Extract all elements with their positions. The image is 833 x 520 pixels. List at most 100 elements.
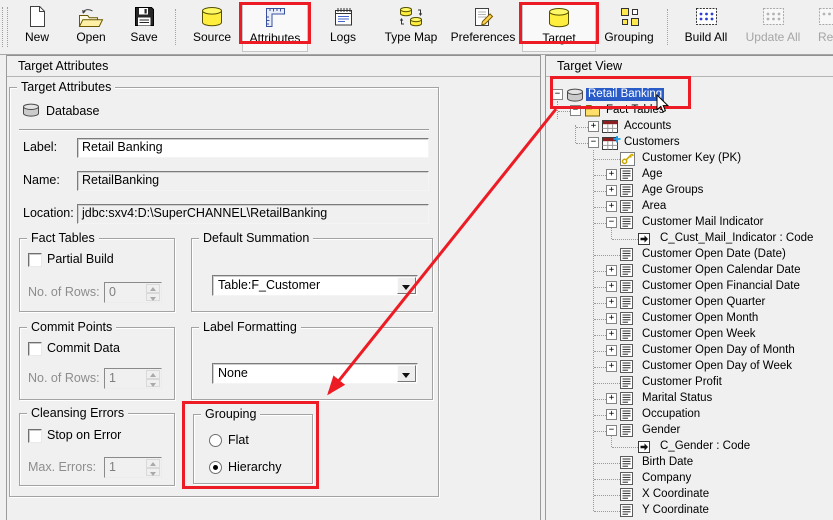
tree-item-customer-key-pk: Customer Key (PK) <box>0 151 833 167</box>
tree-item-label[interactable]: Retail Banking <box>586 88 664 101</box>
tree-item-customer-open-day-of-month: + Customer Open Day of Month <box>0 343 833 359</box>
tree-item-company: Company <box>0 471 833 487</box>
tree-item-label[interactable]: Customer Mail Indicator <box>640 216 765 229</box>
tree-item-retail-banking: − Retail Banking <box>0 87 833 103</box>
expand-toggle[interactable]: + <box>606 281 617 292</box>
tree-connector-stub <box>594 191 606 192</box>
tree-item-label[interactable]: C_Cust_Mail_Indicator : Code <box>658 232 815 245</box>
tree-item-label[interactable]: X Coordinate <box>640 488 711 501</box>
tree-connector-stub <box>594 207 606 208</box>
tree-item-area: + Area <box>0 199 833 215</box>
attributes-ruler-icon <box>265 4 286 31</box>
tree-item-label[interactable]: Customer Open Calendar Date <box>640 264 803 277</box>
tree-item-customer-open-financial-date: + Customer Open Financial Date <box>0 279 833 295</box>
tree-connector-stub <box>594 351 606 352</box>
tree-connector-stub <box>594 383 620 384</box>
expand-toggle[interactable]: + <box>606 297 617 308</box>
new-document-icon <box>27 3 47 30</box>
expand-toggle[interactable]: + <box>606 361 617 372</box>
type-map-icon <box>399 3 423 30</box>
tree-item-label[interactable]: Fact Tables <box>604 104 667 117</box>
expand-toggle[interactable]: + <box>606 409 617 420</box>
toolbar-button-open[interactable]: Open <box>64 3 118 52</box>
tree-item-label[interactable]: Customer Open Financial Date <box>640 280 802 293</box>
tree-connector-stub <box>594 223 606 224</box>
expand-toggle[interactable]: + <box>606 201 617 212</box>
build-all-icon <box>695 3 718 30</box>
toolbar-button-label: Save <box>130 30 157 45</box>
tree-item-c-gender-code: C_Gender : Code <box>0 439 833 455</box>
tree-item-occupation: + Occupation <box>0 407 833 423</box>
toolbar-button-preferences[interactable]: Preferences <box>444 3 522 52</box>
tree-connector-stub <box>594 367 606 368</box>
tree-item-label[interactable]: Customer Profit <box>640 376 724 389</box>
collapse-toggle[interactable]: − <box>606 217 617 228</box>
tree-item-label[interactable]: Company <box>640 472 693 485</box>
tree-item-label[interactable]: Customer Open Quarter <box>640 296 767 309</box>
tree-item-customer-open-day-of-week: + Customer Open Day of Week <box>0 359 833 375</box>
source-database-icon <box>200 3 224 30</box>
tree-connector-stub <box>594 399 606 400</box>
tree-connector-stub <box>612 239 638 240</box>
tree-item-label[interactable]: Customer Key (PK) <box>640 152 743 165</box>
tree-item-label[interactable]: Customer Open Day of Week <box>640 360 794 373</box>
toolbar-button-build-all[interactable]: Build All <box>674 3 738 52</box>
tree-item-customer-open-calendar-date: + Customer Open Calendar Date <box>0 263 833 279</box>
collapse-toggle[interactable]: − <box>588 137 599 148</box>
tree-item-label[interactable]: Customers <box>622 136 682 149</box>
toolbar-button-label: Grouping <box>604 30 653 45</box>
toolbar-button-target[interactable]: Target <box>522 3 596 52</box>
update-all-icon <box>762 3 785 30</box>
expand-toggle[interactable]: + <box>606 169 617 180</box>
collapse-toggle[interactable]: − <box>552 89 563 100</box>
tree-item-label[interactable]: Occupation <box>640 408 702 421</box>
logs-notebook-icon <box>333 3 354 30</box>
toolbar-button-label: Logs <box>330 30 356 45</box>
toolbar-button-resu: Resu <box>808 3 833 52</box>
tree-item-accounts: + Accounts <box>0 119 833 135</box>
collapse-toggle[interactable]: − <box>570 105 581 116</box>
tree-connector-stub <box>558 111 570 112</box>
grouping-squares-icon <box>619 3 640 30</box>
tree-item-label[interactable]: Y Coordinate <box>640 504 711 517</box>
toolbar-button-logs[interactable]: Logs <box>308 3 378 52</box>
tree-item-label[interactable]: C_Gender : Code <box>658 440 752 453</box>
toolbar-button-save[interactable]: Save <box>118 3 170 52</box>
tree-connector-stub <box>594 319 606 320</box>
expand-toggle[interactable]: + <box>606 313 617 324</box>
expand-toggle[interactable]: + <box>588 121 599 132</box>
tree-item-label[interactable]: Customer Open Day of Month <box>640 344 797 357</box>
expand-toggle[interactable]: + <box>606 393 617 404</box>
tree-item-label[interactable]: Accounts <box>622 120 673 133</box>
tree-connector-stub <box>594 175 606 176</box>
toolbar-button-new[interactable]: New <box>10 3 64 52</box>
tree-item-label[interactable]: Customer Open Date (Date) <box>640 248 788 261</box>
toolbar-button-attributes[interactable]: Attributes <box>242 3 308 52</box>
tree-item-customer-mail-indicator: − Customer Mail Indicator <box>0 215 833 231</box>
expand-toggle[interactable]: + <box>606 345 617 356</box>
tree-item-y-coordinate: Y Coordinate <box>0 503 833 519</box>
toolbar-button-label: Open <box>76 30 105 45</box>
save-floppy-icon <box>134 3 155 30</box>
collapse-toggle[interactable]: − <box>606 425 617 436</box>
tree-connector-stub <box>594 255 620 256</box>
tree-item-label[interactable]: Marital Status <box>640 392 714 405</box>
toolbar-button-source[interactable]: Source <box>182 3 242 52</box>
target-database-icon <box>547 4 571 31</box>
tree-item-label[interactable]: Age Groups <box>640 184 705 197</box>
tree-item-label[interactable]: Customer Open Week <box>640 328 758 341</box>
expand-toggle[interactable]: + <box>606 265 617 276</box>
tree-item-label[interactable]: Customer Open Month <box>640 312 760 325</box>
tree-connector-stub <box>594 479 620 480</box>
tree-item-label[interactable]: Area <box>640 200 668 213</box>
tree-item-label[interactable]: Birth Date <box>640 456 695 469</box>
field-icon <box>620 504 633 520</box>
expand-toggle[interactable]: + <box>606 329 617 340</box>
toolbar-button-type-map[interactable]: Type Map <box>378 3 444 52</box>
toolbar-button-grouping[interactable]: Grouping <box>596 3 662 52</box>
expand-toggle[interactable]: + <box>606 185 617 196</box>
tree-item-marital-status: + Marital Status <box>0 391 833 407</box>
tree-item-label[interactable]: Gender <box>640 424 682 437</box>
tree-item-customer-open-date-date: Customer Open Date (Date) <box>0 247 833 263</box>
tree-item-label[interactable]: Age <box>640 168 664 181</box>
